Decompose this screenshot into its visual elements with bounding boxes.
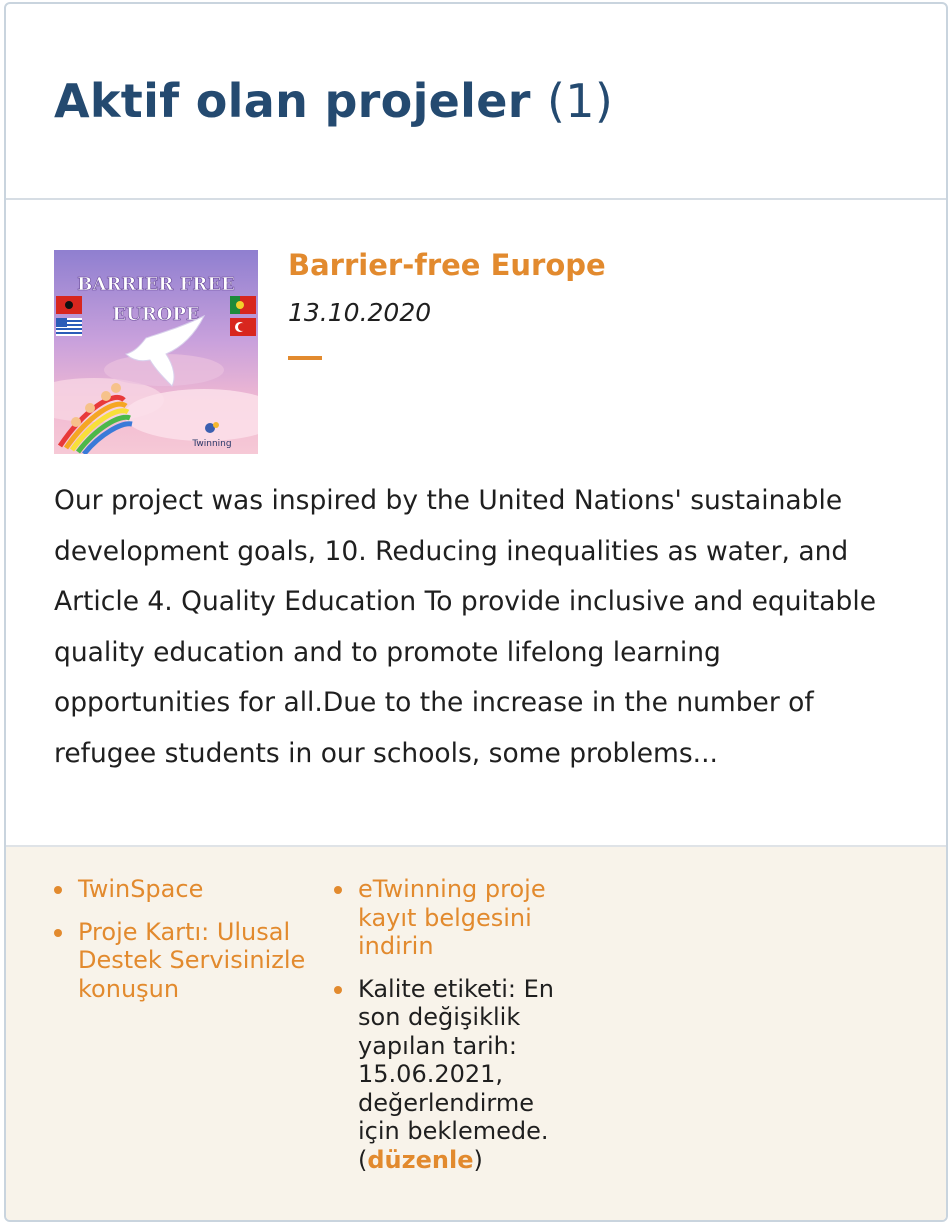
project-item: BARRIER FREE EUROPE Twinning Barrier-fre… (6, 200, 946, 845)
list-item: Proje Kartı: Ulusal Destek Servisinizle … (54, 918, 324, 1004)
greece-flag-icon (56, 318, 82, 336)
list-item: eTwinning proje kayıt belgesini indirin (334, 875, 574, 961)
links-column-right: eTwinning proje kayıt belgesini indirin … (334, 875, 574, 1188)
page-title: Aktif olan projeler (1) (54, 74, 613, 128)
links-column-left: TwinSpace Proje Kartı: Ulusal Destek Ser… (54, 875, 324, 1017)
accent-divider (288, 356, 322, 360)
project-links-footer: TwinSpace Proje Kartı: Ulusal Destek Ser… (6, 845, 946, 1220)
project-title-link[interactable]: Barrier-free Europe (288, 248, 606, 282)
page-title-text: Aktif olan projeler (54, 74, 531, 128)
list-item: TwinSpace (54, 875, 324, 904)
card-header: Aktif olan projeler (1) (6, 4, 946, 200)
project-count: (1) (547, 74, 614, 128)
project-description: Our project was inspired by the United N… (54, 485, 877, 769)
list-item: Kalite etiketi: En son değişiklik yapıla… (334, 975, 574, 1175)
turkey-flag-icon (230, 318, 256, 336)
twinning-logo-text: Twinning (191, 439, 231, 449)
portugal-flag-icon (230, 296, 256, 314)
project-thumbnail[interactable]: BARRIER FREE EUROPE Twinning (54, 250, 258, 454)
quality-label-close: ) (473, 1145, 483, 1174)
thumbnail-title-line2: EUROPE (112, 304, 199, 325)
albania-flag-icon (56, 296, 82, 314)
thumbnail-title-line1: BARRIER FREE (77, 274, 235, 295)
quality-label-status: Kalite etiketi: En son değişiklik yapıla… (358, 974, 554, 1174)
twinspace-link[interactable]: TwinSpace (78, 875, 203, 903)
project-date: 13.10.2020 (288, 298, 432, 327)
project-card-link[interactable]: Proje Kartı: Ulusal Destek Servisinizle … (78, 918, 305, 1003)
active-projects-card: Aktif olan projeler (1) BARRIER FREE EUR… (4, 2, 948, 1222)
download-certificate-link[interactable]: eTwinning proje kayıt belgesini indirin (358, 875, 546, 960)
edit-quality-label-link[interactable]: düzenle (367, 1146, 473, 1174)
